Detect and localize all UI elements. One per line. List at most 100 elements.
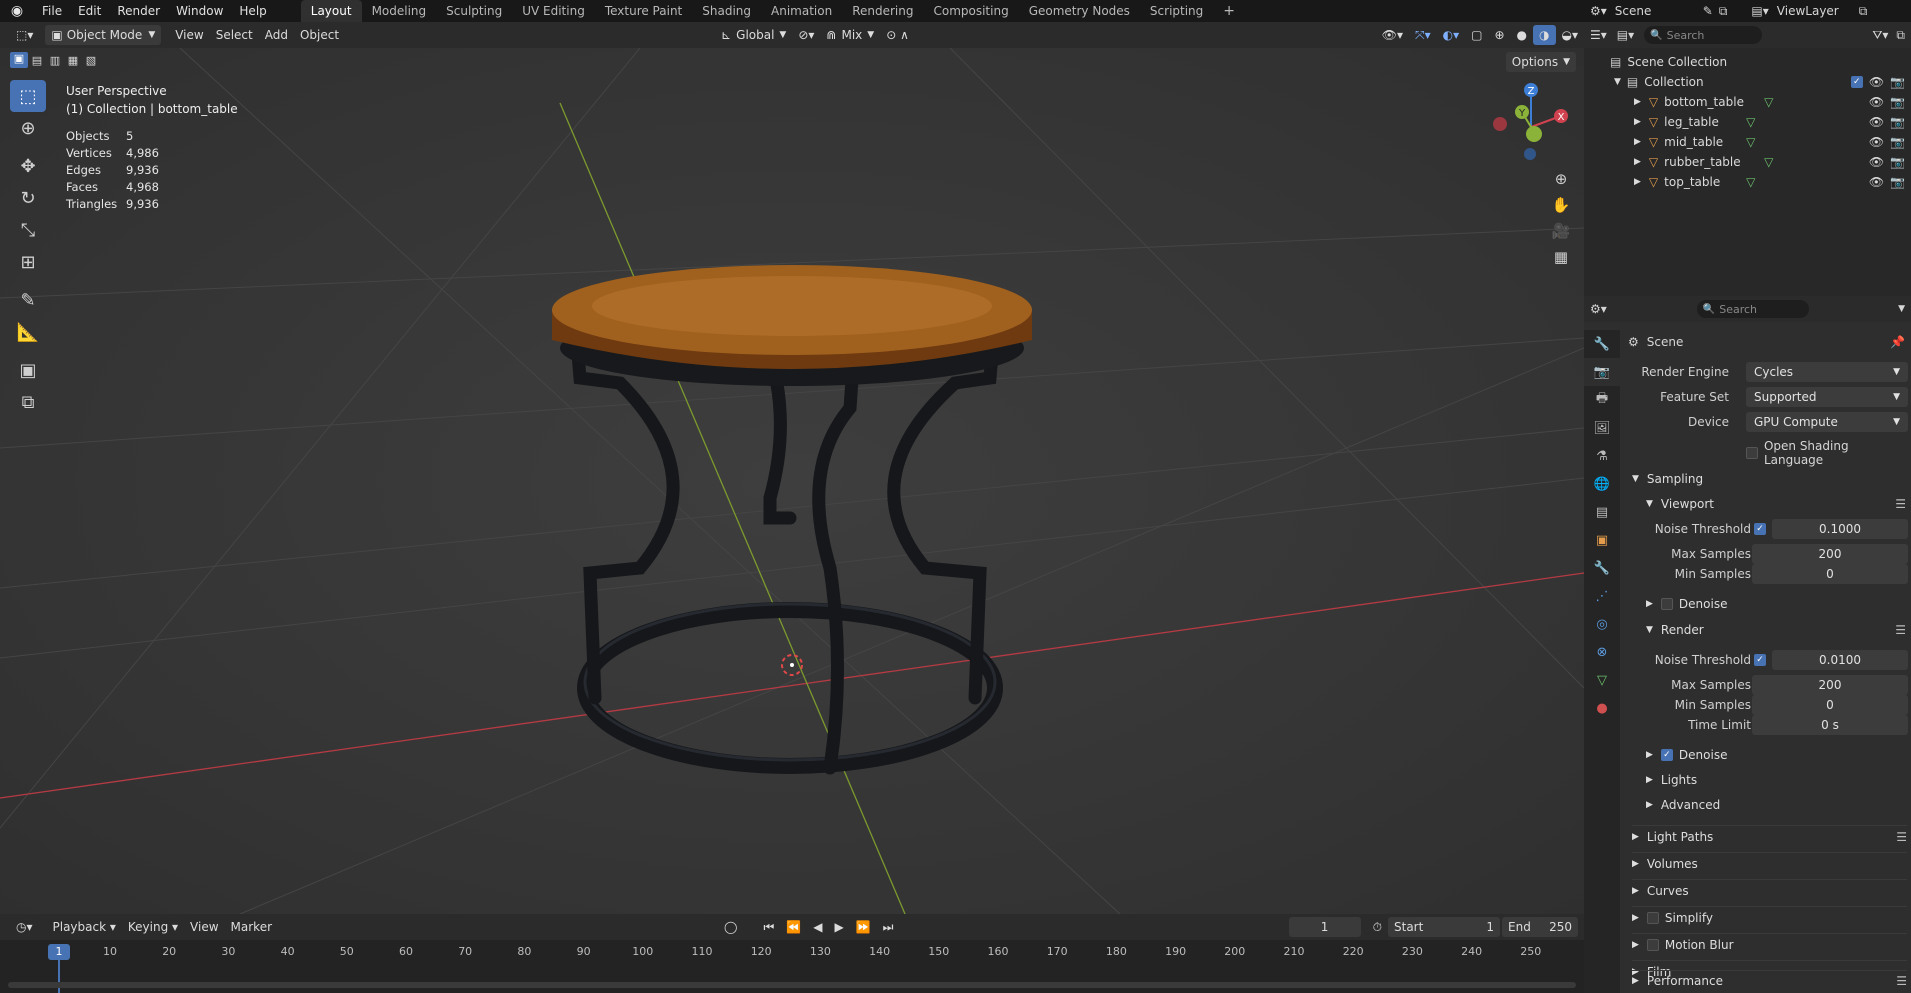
pan-hand-icon[interactable]: ✋ bbox=[1548, 192, 1574, 218]
viewport-denoise-header[interactable]: ▶ Denoise bbox=[1646, 597, 1727, 611]
tab-layout[interactable]: Layout bbox=[300, 0, 362, 22]
xray-icon[interactable]: ▢ bbox=[1465, 25, 1488, 45]
scene-name[interactable]: Scene bbox=[1615, 4, 1683, 18]
constraints-tab-icon[interactable]: ⊗ bbox=[1584, 638, 1620, 666]
menu-keying[interactable]: Keying ▾ bbox=[122, 917, 184, 937]
list-icon[interactable]: ☰ bbox=[1895, 623, 1906, 637]
camera-icon[interactable]: 📷 bbox=[1890, 95, 1905, 109]
light-paths-panel-header[interactable]: ▶ Light Paths ☰ bbox=[1632, 825, 1907, 844]
eye-icon[interactable]: 👁 bbox=[1869, 135, 1884, 149]
select-invert-icon[interactable]: ▦ bbox=[64, 54, 82, 67]
viewport-max-samples-field[interactable]: 200 bbox=[1752, 544, 1908, 564]
list-icon[interactable]: ☰ bbox=[1896, 974, 1907, 988]
camera-icon[interactable]: 📷 bbox=[1890, 135, 1905, 149]
menu-playback[interactable]: Playback ▾ bbox=[47, 917, 122, 937]
performance-panel-header[interactable]: ▶ Performance ☰ bbox=[1632, 970, 1907, 990]
tool-tab-icon[interactable]: 🔧 bbox=[1584, 330, 1620, 358]
cursor-tool-icon[interactable]: ⊕ bbox=[10, 112, 46, 144]
collection-row[interactable]: ▼ ▤ Collection ✓ 👁 📷 bbox=[1584, 72, 1911, 92]
feature-set-dropdown[interactable]: Supported ▼ bbox=[1746, 387, 1908, 407]
render-engine-dropdown[interactable]: Cycles ▼ bbox=[1746, 362, 1908, 382]
render-denoise-checkbox[interactable]: ✓ bbox=[1660, 749, 1673, 761]
sampling-panel-header[interactable]: ▼ Sampling bbox=[1632, 472, 1907, 486]
overlay-toggle-icon[interactable]: ◐▾ bbox=[1437, 25, 1466, 45]
viewport-subpanel-header[interactable]: ▼ Viewport ☰ bbox=[1646, 497, 1906, 511]
gizmo-toggle-icon[interactable]: ⤧▾ bbox=[1409, 25, 1437, 45]
annotate-tool-icon[interactable]: ✎ bbox=[10, 284, 46, 316]
viewport-noise-checkbox[interactable]: ✓ bbox=[1754, 523, 1766, 535]
gizmo-neg-y-axis[interactable] bbox=[1526, 126, 1542, 142]
viewport-min-samples-field[interactable]: 0 bbox=[1752, 564, 1908, 584]
frame-ruler[interactable]: 10 20 30 40 50 60 70 80 90 100 110 120 130 140 150 160 1… bbox=[0, 940, 1584, 993]
menu-add[interactable]: Add bbox=[259, 25, 294, 45]
tab-uv-editing[interactable]: UV Editing bbox=[512, 0, 595, 22]
scene-collection-row[interactable]: ▤ Scene Collection bbox=[1584, 52, 1911, 72]
physics-tab-icon[interactable]: ◎ bbox=[1584, 610, 1620, 638]
play-reverse-icon[interactable]: ◀ bbox=[807, 917, 828, 937]
select-subtract-icon[interactable]: ▥ bbox=[46, 54, 64, 67]
viewlayer-name[interactable]: ViewLayer bbox=[1777, 4, 1839, 18]
tab-rendering[interactable]: Rendering bbox=[842, 0, 923, 22]
scene-icon[interactable]: ⚙▾ bbox=[1590, 4, 1607, 18]
motion-blur-checkbox[interactable] bbox=[1646, 939, 1659, 951]
chevron-right-icon[interactable]: ▶ bbox=[1634, 157, 1641, 167]
tab-geometry-nodes[interactable]: Geometry Nodes bbox=[1019, 0, 1140, 22]
outliner-object-row[interactable]: ▶ ▽ top_table ▽ 👁 📷 bbox=[1584, 172, 1911, 192]
collection-tab-icon[interactable]: ▤ bbox=[1584, 498, 1620, 526]
camera-icon[interactable]: 📷 bbox=[1890, 155, 1905, 169]
next-keyframe-icon[interactable]: ⏩ bbox=[850, 917, 877, 937]
pin-icon[interactable]: 📌 bbox=[1890, 335, 1905, 349]
new-scene-icon[interactable]: ⧉ bbox=[1719, 4, 1728, 19]
chevron-right-icon[interactable]: ▶ bbox=[1634, 137, 1641, 147]
viewport-denoise-checkbox[interactable] bbox=[1660, 598, 1673, 610]
device-dropdown[interactable]: GPU Compute ▼ bbox=[1746, 412, 1908, 432]
proportional-edit-icon[interactable]: ⊙ ∧ bbox=[880, 25, 915, 45]
osl-checkbox-row[interactable]: Open Shading Language bbox=[1746, 439, 1911, 467]
menu-edit[interactable]: Edit bbox=[70, 0, 109, 22]
eye-icon[interactable]: 👁 bbox=[1869, 95, 1884, 109]
outliner-object-row[interactable]: ▶ ▽ leg_table ▽ 👁 📷 bbox=[1584, 112, 1911, 132]
object-tab-icon[interactable]: ▣ bbox=[1584, 526, 1620, 554]
menu-window[interactable]: Window bbox=[168, 0, 231, 22]
render-denoise-header[interactable]: ▶ ✓ Denoise bbox=[1646, 748, 1727, 762]
tab-sculpting[interactable]: Sculpting bbox=[436, 0, 512, 22]
menu-render[interactable]: Render bbox=[109, 0, 168, 22]
tab-compositing[interactable]: Compositing bbox=[923, 0, 1018, 22]
lights-subpanel-header[interactable]: ▶ Lights bbox=[1646, 773, 1697, 787]
osl-checkbox[interactable] bbox=[1746, 447, 1758, 459]
outliner-object-row[interactable]: ▶ ▽ mid_table ▽ 👁 📷 bbox=[1584, 132, 1911, 152]
camera-view-icon[interactable]: 🎥 bbox=[1548, 218, 1574, 244]
stopwatch-icon[interactable]: ⏱ bbox=[1367, 917, 1388, 937]
output-tab-icon[interactable]: 🖶 bbox=[1584, 386, 1620, 414]
current-frame-field[interactable]: 1 bbox=[1288, 917, 1361, 937]
world-tab-icon[interactable]: 🌐 bbox=[1584, 470, 1620, 498]
tab-scripting[interactable]: Scripting bbox=[1140, 0, 1213, 22]
3d-viewport[interactable]: ⬚ ⊕ ✥ ↻ ⤡ ⊞ ✎ 📐 ▣ ⧉ ▣ ▤ ▥ ▦ ▧ User Persp… bbox=[0, 48, 1584, 914]
material-shading-icon[interactable]: ◑ bbox=[1533, 25, 1556, 45]
chevron-right-icon[interactable]: ▶ bbox=[1634, 97, 1641, 107]
editor-type-icon[interactable]: ⬚▾ bbox=[10, 25, 39, 45]
pivot-icon[interactable]: ⊘▾ bbox=[792, 25, 820, 45]
time-limit-field[interactable]: 0 s bbox=[1752, 715, 1908, 735]
camera-icon[interactable]: 📷 bbox=[1890, 75, 1905, 89]
add-mesh-tool-icon[interactable]: ⧉ bbox=[10, 386, 46, 418]
select-intersect-icon[interactable]: ▧ bbox=[82, 54, 100, 67]
display-mode-icon[interactable]: ▤▾ bbox=[1617, 28, 1634, 42]
list-icon[interactable]: ☰ bbox=[1896, 830, 1907, 844]
render-noise-field[interactable]: 0.0100 bbox=[1772, 650, 1908, 670]
menu-view[interactable]: View bbox=[184, 917, 224, 937]
options-dropdown[interactable]: Options ▼ bbox=[1505, 52, 1576, 72]
select-box-tool-icon[interactable]: ⬚ bbox=[10, 80, 46, 112]
start-frame-field[interactable]: Start 1 bbox=[1388, 917, 1500, 937]
volumes-panel-header[interactable]: ▶ Volumes bbox=[1632, 852, 1907, 871]
camera-icon[interactable]: 📷 bbox=[1890, 115, 1905, 129]
simplify-panel-header[interactable]: ▶ Simplify bbox=[1632, 906, 1907, 925]
render-noise-checkbox[interactable]: ✓ bbox=[1754, 654, 1766, 666]
data-tab-icon[interactable]: ▽ bbox=[1584, 666, 1620, 694]
tab-shading[interactable]: Shading bbox=[692, 0, 761, 22]
blender-logo-icon[interactable]: ◉ bbox=[0, 3, 34, 19]
base-ring[interactable] bbox=[577, 602, 1003, 774]
eye-icon[interactable]: 👁 bbox=[1869, 115, 1884, 129]
chevron-down-icon[interactable]: ▼ bbox=[1614, 77, 1621, 87]
playhead[interactable]: 1 bbox=[48, 944, 70, 960]
